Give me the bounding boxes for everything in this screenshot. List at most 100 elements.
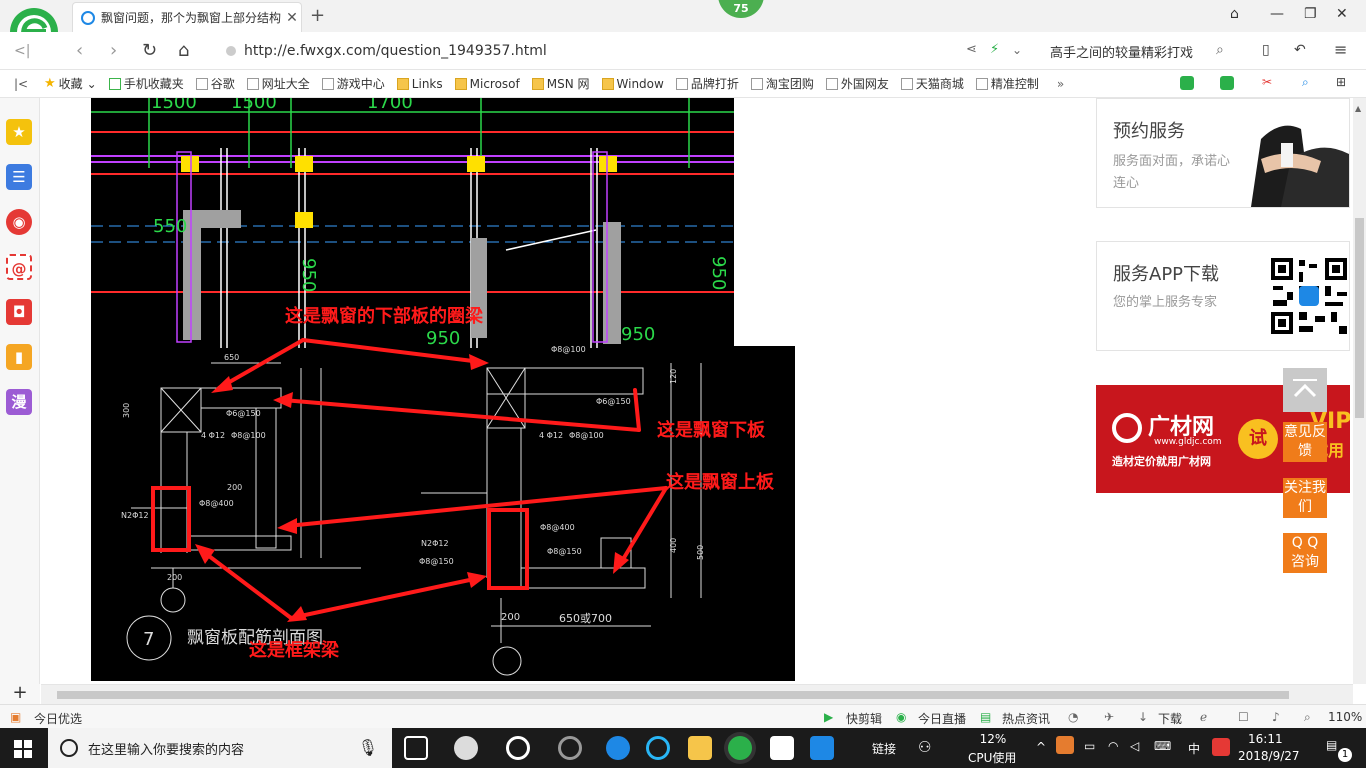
task-view-icon[interactable] xyxy=(404,736,428,760)
download-link[interactable]: 下载 xyxy=(1158,710,1182,727)
speed-mode-icon[interactable]: ⚡ xyxy=(990,42,999,57)
follow-us-button[interactable]: 关注我们 xyxy=(1283,478,1327,518)
people-icon[interactable]: ⚇ xyxy=(918,738,931,756)
mail-icon[interactable] xyxy=(770,736,794,760)
ie-icon[interactable]: ℯ xyxy=(1200,710,1207,724)
pinwheel-app-icon[interactable] xyxy=(454,736,478,760)
link-label[interactable]: 链接 xyxy=(872,740,896,757)
more-bookmarks-icon[interactable]: » xyxy=(1057,77,1064,91)
appointment-service-card[interactable]: 预约服务 服务面对面，承诺心连心 xyxy=(1096,98,1350,208)
bookmark-item[interactable]: 手机收藏夹 xyxy=(108,75,184,92)
quick-clip-link[interactable]: 快剪辑 xyxy=(846,710,882,727)
360-browser-icon[interactable] xyxy=(728,736,752,760)
live-link[interactable]: 今日直播 xyxy=(918,710,966,727)
horizontal-scrollbar[interactable] xyxy=(41,684,1353,704)
chevron-down-icon[interactable]: ⌄ xyxy=(87,77,97,91)
browser-e-icon[interactable] xyxy=(506,736,530,760)
tray-expand-icon[interactable]: ^ xyxy=(1036,740,1046,754)
ime-indicator[interactable]: 中 xyxy=(1188,740,1200,757)
weibo-icon[interactable]: ◉ xyxy=(6,209,32,235)
search-suggestion[interactable]: 高手之间的较量精彩打戏 xyxy=(1050,42,1193,61)
keyboard-icon[interactable]: ⌨ xyxy=(1154,739,1171,753)
bookmark-item[interactable]: 谷歌 xyxy=(195,75,235,92)
share-icon[interactable]: ⋖ xyxy=(966,42,977,57)
mail-icon[interactable]: @ xyxy=(6,254,32,280)
back-to-top-button[interactable] xyxy=(1283,368,1327,412)
bookmarks-collapse-icon[interactable]: |< xyxy=(14,77,32,91)
minimize-button[interactable]: — xyxy=(1270,6,1284,22)
today-picks-link[interactable]: 今日优选 xyxy=(34,710,82,727)
zoom-icon[interactable]: ⌕ xyxy=(1304,710,1311,725)
notification-badge[interactable]: 75 xyxy=(718,0,764,18)
back-button[interactable]: ‹ xyxy=(76,40,83,61)
bookmark-item[interactable]: 网址大全 xyxy=(246,75,310,92)
bookmark-item[interactable]: MSN 网 xyxy=(531,75,590,92)
battery-icon[interactable]: ▭ xyxy=(1084,739,1095,753)
horizontal-scroll-thumb[interactable] xyxy=(57,691,1289,699)
url-dropdown-icon[interactable]: ⌄ xyxy=(1012,43,1022,57)
tab-close-icon[interactable]: ✕ xyxy=(283,10,301,26)
file-explorer-icon[interactable] xyxy=(688,736,712,760)
restore-button[interactable]: ❐ xyxy=(1304,6,1317,22)
find-icon[interactable]: ⌕ xyxy=(1302,75,1309,90)
bookmark-item[interactable]: 游戏中心 xyxy=(321,75,385,92)
cad-drawing-image[interactable]: 1500 1500 1700 550 950 950 950 950 650 Φ… xyxy=(91,98,795,681)
apps-icon[interactable]: ⊞ xyxy=(1336,75,1346,89)
bookmark-item[interactable]: ★ 收藏 ⌄ xyxy=(44,75,97,92)
ie-icon[interactable] xyxy=(646,736,670,760)
reader-icon[interactable]: ▮ xyxy=(6,344,32,370)
taskbar-search-box[interactable]: 在这里输入你要搜索的内容 🎙 xyxy=(48,728,392,768)
clock-date[interactable]: 2018/9/27 xyxy=(1238,749,1300,763)
tray-app-icon[interactable] xyxy=(1056,736,1074,754)
screenshot-icon[interactable]: ✂ xyxy=(1262,75,1272,89)
bookmark-item[interactable]: 淘宝团购 xyxy=(750,75,814,92)
translate-icon[interactable] xyxy=(1220,76,1234,90)
sidebar-toggle-icon[interactable]: <| xyxy=(14,43,30,59)
microphone-icon[interactable]: 🎙 xyxy=(358,738,378,757)
skin-icon[interactable]: ⌂ xyxy=(1230,6,1239,22)
notification-center-icon[interactable]: ▤ xyxy=(1326,738,1337,752)
bookmark-item[interactable]: Window xyxy=(601,77,664,91)
bookmark-item[interactable]: 外国网友 xyxy=(825,75,889,92)
vertical-scroll-thumb[interactable] xyxy=(1355,218,1364,418)
mobile-icon[interactable]: ▯ xyxy=(1262,42,1270,58)
security-shield-icon[interactable] xyxy=(1180,76,1194,90)
sogou-icon[interactable] xyxy=(1212,738,1230,756)
address-bar[interactable]: http://e.fwxgx.com/question_1949357.html xyxy=(226,38,946,64)
search-icon[interactable]: ⌕ xyxy=(1216,42,1224,58)
wifi-icon[interactable]: ◠ xyxy=(1108,739,1118,753)
game-icon[interactable]: ◘ xyxy=(6,299,32,325)
bookmark-item[interactable]: 品牌打折 xyxy=(675,75,739,92)
speed-icon[interactable]: ◔ xyxy=(1068,710,1078,724)
bookmark-item[interactable]: 精准控制 xyxy=(975,75,1039,92)
add-sidebar-button[interactable]: + xyxy=(0,684,40,704)
bookmark-item[interactable]: Links xyxy=(396,77,443,91)
news-icon[interactable]: ☰ xyxy=(6,164,32,190)
favorites-icon[interactable]: ★ xyxy=(6,119,32,145)
forward-button[interactable]: › xyxy=(110,40,117,61)
edge-icon[interactable] xyxy=(606,736,630,760)
windows-start-icon[interactable] xyxy=(14,740,32,758)
close-window-button[interactable]: ✕ xyxy=(1336,6,1348,22)
undo-icon[interactable]: ↶ xyxy=(1294,42,1306,58)
app-g-icon[interactable] xyxy=(810,736,834,760)
volume-icon[interactable]: ♪ xyxy=(1272,710,1280,724)
hot-news-link[interactable]: 热点资讯 xyxy=(1002,710,1050,727)
bookmark-item[interactable]: 天猫商城 xyxy=(900,75,964,92)
feedback-button[interactable]: 意见反馈 xyxy=(1283,422,1327,462)
bookmark-item[interactable]: Microsof xyxy=(454,77,520,91)
app-icon[interactable] xyxy=(558,736,582,760)
refresh-button[interactable]: ↻ xyxy=(142,40,157,61)
app-download-card[interactable]: 服务APP下载 您的掌上服务专家 xyxy=(1096,241,1350,351)
clock-time[interactable]: 16:11 xyxy=(1248,732,1283,746)
browser-tab[interactable]: 飘窗问题，那个为飘窗上部分结构 ✕ xyxy=(72,2,302,32)
pin-icon[interactable]: ✈ xyxy=(1104,710,1114,724)
zoom-level[interactable]: 110% xyxy=(1328,710,1362,724)
vertical-scrollbar[interactable]: ▲ xyxy=(1353,98,1366,684)
manga-icon[interactable]: 漫 xyxy=(6,389,32,415)
window-icon[interactable]: ☐ xyxy=(1238,710,1249,724)
qq-consult-button[interactable]: Q Q 咨询 xyxy=(1283,533,1327,573)
new-tab-button[interactable]: + xyxy=(310,5,325,26)
menu-icon[interactable]: ≡ xyxy=(1334,40,1347,59)
speaker-icon[interactable]: ◁ xyxy=(1130,739,1139,753)
